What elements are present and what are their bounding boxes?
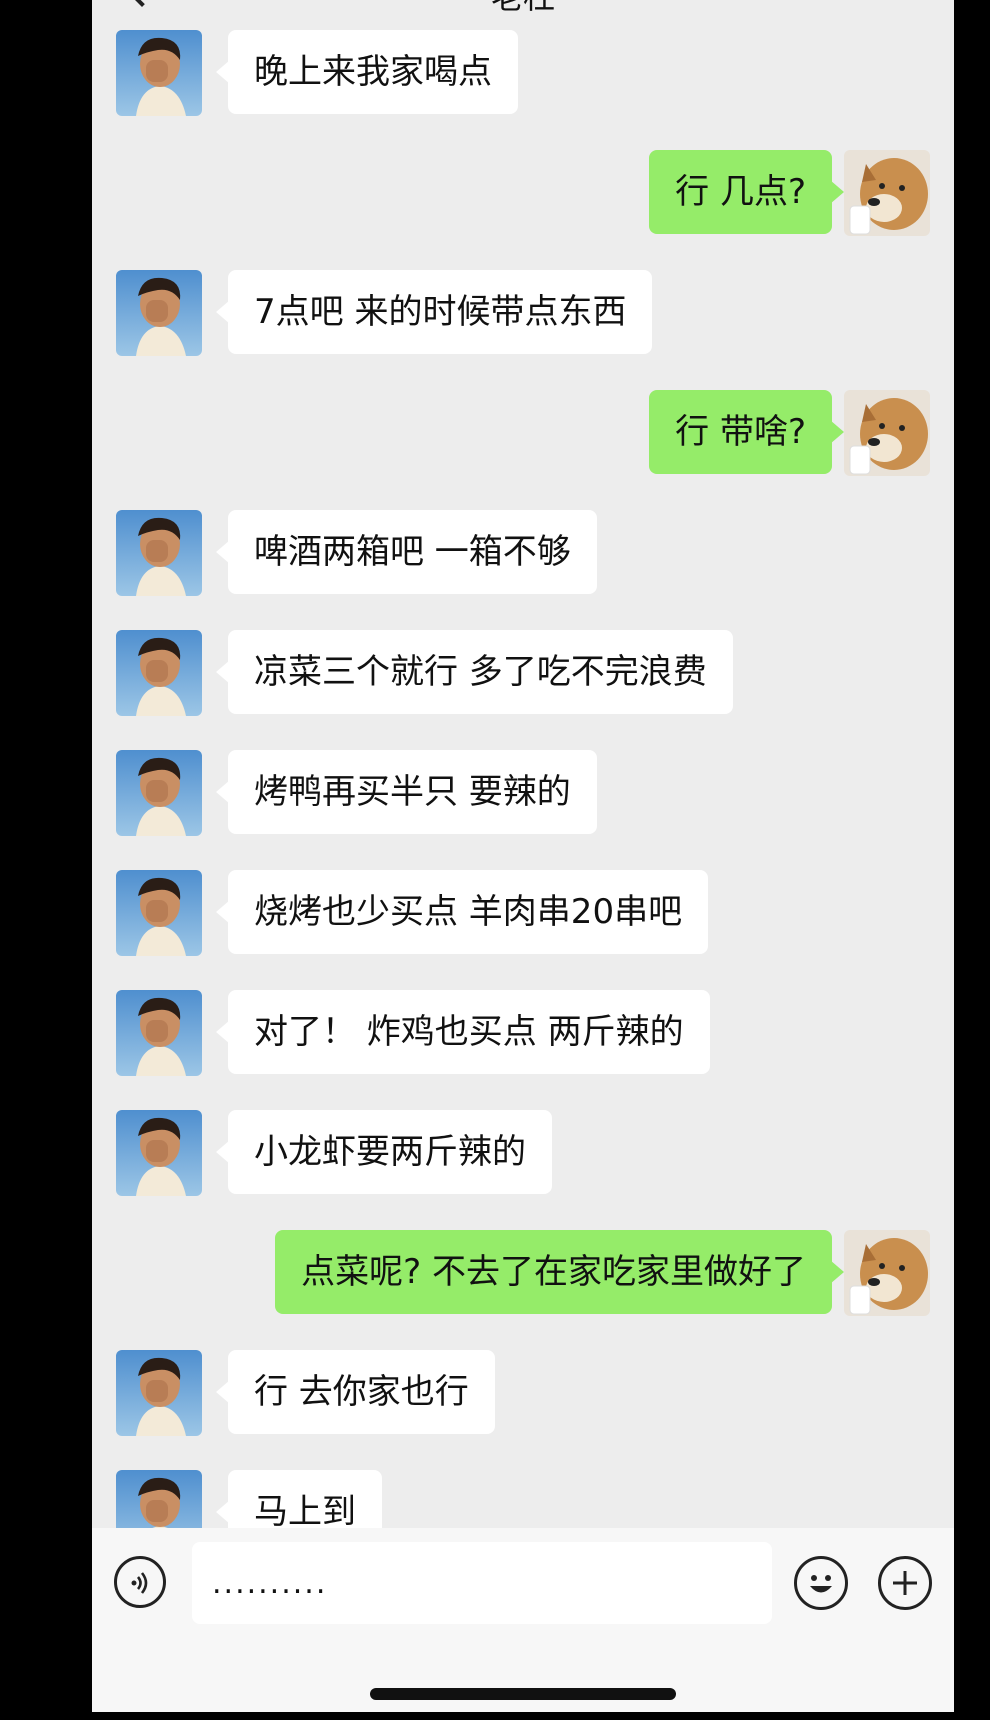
contact-avatar[interactable]	[116, 630, 202, 716]
self-avatar[interactable]	[844, 1230, 930, 1316]
sent-message-bubble[interactable]: 行 带啥?	[649, 390, 844, 474]
message-row: 行 几点?	[92, 150, 954, 240]
received-message-bubble[interactable]: 对了！ 炸鸡也买点 两斤辣的	[216, 990, 710, 1074]
received-message-bubble[interactable]: 烤鸭再买半只 要辣的	[216, 750, 597, 834]
received-message-bubble[interactable]: 马上到	[216, 1470, 382, 1528]
received-message-bubble[interactable]: 行 去你家也行	[216, 1350, 495, 1434]
contact-avatar[interactable]	[116, 510, 202, 596]
contact-avatar[interactable]	[116, 1470, 202, 1528]
received-message-bubble[interactable]: 小龙虾要两斤辣的	[216, 1110, 552, 1194]
message-row: 7点吧 来的时候带点东西	[92, 270, 954, 360]
message-row: 行 去你家也行	[92, 1350, 954, 1440]
message-row: 晚上来我家喝点	[92, 30, 954, 120]
message-row: 对了！ 炸鸡也买点 两斤辣的	[92, 990, 954, 1080]
input-bar	[92, 1528, 954, 1712]
contact-avatar[interactable]	[116, 270, 202, 356]
received-message-bubble[interactable]: 7点吧 来的时候带点东西	[215, 270, 653, 354]
message-row: 马上到	[92, 1470, 954, 1528]
message-input[interactable]	[192, 1542, 772, 1624]
contact-avatar[interactable]	[116, 750, 202, 836]
message-row: 啤酒两箱吧 一箱不够	[92, 510, 954, 600]
contact-avatar[interactable]	[116, 1110, 202, 1196]
message-row: 小龙虾要两斤辣的	[92, 1110, 954, 1200]
contact-avatar[interactable]	[116, 30, 202, 116]
message-row: 行 带啥?	[92, 390, 954, 480]
message-row: 凉菜三个就行 多了吃不完浪费	[92, 630, 954, 720]
message-row: 烧烤也少买点 羊肉串20串吧	[92, 870, 954, 960]
contact-avatar[interactable]	[116, 990, 202, 1076]
sent-message-bubble[interactable]: 点菜呢? 不去了在家吃家里做好了	[275, 1230, 844, 1314]
message-row: 点菜呢? 不去了在家吃家里做好了	[92, 1230, 954, 1320]
plus-icon[interactable]	[878, 1556, 932, 1610]
self-avatar[interactable]	[844, 390, 930, 476]
received-message-bubble[interactable]: 凉菜三个就行 多了吃不完浪费	[216, 630, 733, 714]
self-avatar[interactable]	[844, 150, 930, 236]
home-indicator[interactable]	[370, 1688, 676, 1700]
received-message-bubble[interactable]: 啤酒两箱吧 一箱不够	[216, 510, 597, 594]
sent-message-bubble[interactable]: 行 几点?	[649, 150, 844, 234]
message-row: 烤鸭再买半只 要辣的	[92, 750, 954, 840]
voice-icon[interactable]	[114, 1556, 166, 1608]
message-list[interactable]: 晚上来我家喝点行 几点? 7点吧 来的时候带点东西行 带啥? 啤酒两箱吧 一箱不够凉…	[92, 0, 954, 1528]
received-message-bubble[interactable]: 晚上来我家喝点	[216, 30, 518, 114]
received-message-bubble[interactable]: 烧烤也少买点 羊肉串20串吧	[215, 870, 709, 954]
chat-screen: 老杜 晚上来我家喝点行 几点?7点吧 来的时候带点东西行 带啥?啤酒两箱吧 一箱…	[92, 0, 954, 1712]
contact-avatar[interactable]	[116, 870, 202, 956]
contact-avatar[interactable]	[116, 1350, 202, 1436]
emoji-icon[interactable]	[794, 1556, 848, 1610]
